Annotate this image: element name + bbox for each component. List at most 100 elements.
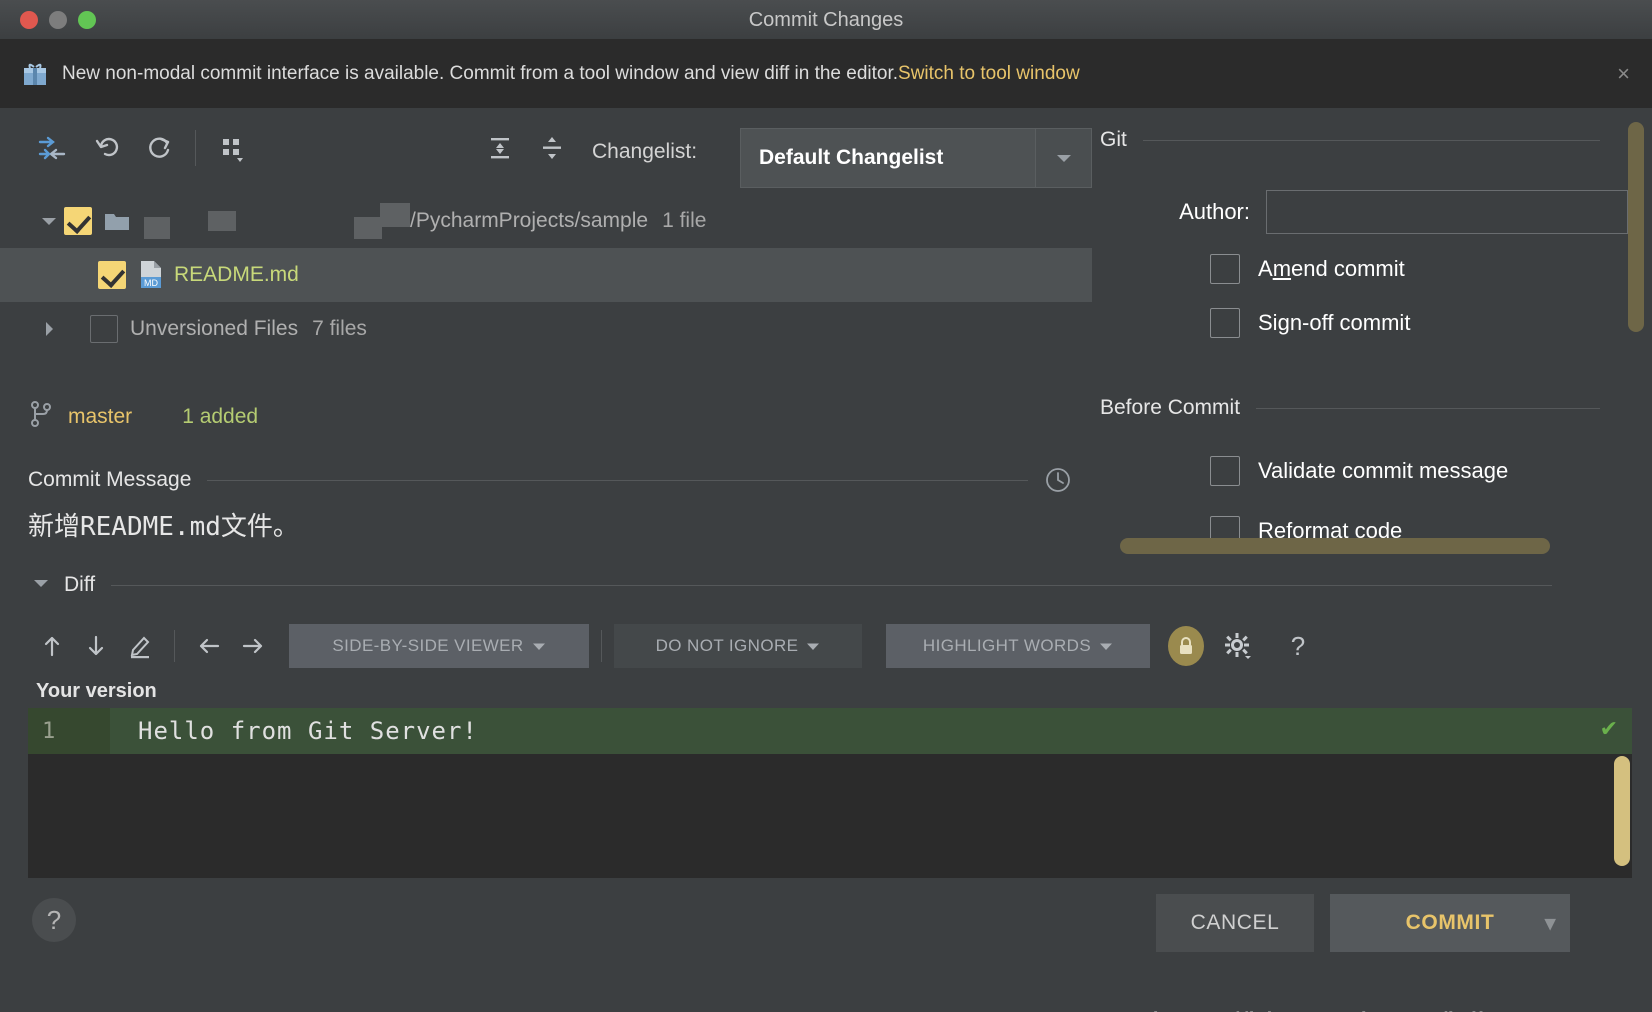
folder-icon — [104, 210, 130, 232]
banner-message: New non-modal commit interface is availa… — [62, 63, 899, 84]
commit-message-header: Commit Message — [28, 466, 1072, 494]
branch-icon — [30, 400, 52, 433]
checkbox-box[interactable] — [1210, 308, 1240, 338]
diff-section-header[interactable]: Diff — [32, 573, 1552, 597]
git-group-header: Git — [1100, 128, 1600, 152]
viewer-mode-label: SIDE-BY-SIDE VIEWER — [332, 636, 524, 655]
show-diff-icon[interactable] — [32, 128, 72, 168]
diff-line-number: 1 — [28, 708, 110, 754]
expand-all-icon[interactable] — [480, 128, 520, 168]
amend-commit-checkbox[interactable]: Amend commit — [1210, 254, 1405, 284]
svg-text:MD: MD — [144, 278, 158, 288]
accept-left-icon[interactable] — [187, 624, 231, 668]
file-checkbox[interactable] — [98, 261, 126, 289]
viewer-mode-select[interactable]: SIDE-BY-SIDE VIEWER — [289, 624, 589, 668]
diff-toolbar: SIDE-BY-SIDE VIEWER DO NOT IGNORE HIGHLI… — [30, 620, 1590, 672]
accept-right-icon[interactable] — [231, 624, 275, 668]
git-panel-horizontal-scrollbar[interactable] — [1120, 538, 1550, 554]
cancel-button[interactable]: CANCEL — [1156, 894, 1314, 952]
dialog-help-button[interactable]: ? — [32, 898, 76, 942]
chevron-down-icon — [806, 636, 820, 656]
switch-to-tool-window-link[interactable]: Switch to tool window — [898, 63, 1080, 85]
ignore-mode-label: DO NOT IGNORE — [655, 636, 799, 655]
group-by-icon[interactable] — [212, 128, 252, 168]
checkbox-box[interactable] — [1210, 456, 1240, 486]
root-checkbox[interactable] — [64, 207, 92, 235]
watermark-primary: https://blog.csdn.net/jclian91 — [1152, 1006, 1556, 1012]
close-icon[interactable]: × — [1617, 63, 1630, 85]
changelist-value: Default Changelist — [759, 146, 944, 169]
branch-name: master — [68, 404, 133, 428]
changelist-select[interactable]: Default Changelist — [740, 128, 1092, 188]
gear-icon[interactable] — [1216, 624, 1260, 668]
clock-icon[interactable] — [1044, 466, 1072, 494]
tree-row[interactable]: Unversioned Files 7 files — [0, 302, 1092, 356]
unversioned-count: 7 files — [312, 317, 367, 340]
sign-off-commit-checkbox[interactable]: Sign-off commit — [1210, 308, 1410, 338]
pencil-icon[interactable] — [118, 624, 162, 668]
divider — [111, 584, 1552, 586]
author-row: Author: — [1100, 190, 1640, 234]
markdown-file-icon: MD — [138, 260, 164, 290]
before-commit-group-header: Before Commit — [1100, 396, 1600, 420]
lock-icon[interactable] — [1168, 626, 1204, 666]
branch-status: master 1 added — [30, 400, 258, 433]
tree-row[interactable]: /PycharmProjects/sample 1 file — [0, 194, 1092, 248]
git-group-title: Git — [1100, 128, 1127, 151]
chevron-down-icon — [1099, 636, 1113, 656]
diff-section-title: Diff — [64, 573, 96, 596]
commit-button[interactable]: COMMIT ▾ — [1330, 894, 1570, 952]
ignore-mode-select[interactable]: DO NOT IGNORE — [614, 624, 862, 668]
highlight-mode-label: HIGHLIGHT WORDS — [922, 636, 1092, 655]
divider — [1142, 139, 1600, 141]
before-commit-title: Before Commit — [1100, 396, 1241, 419]
diff-line-text[interactable]: Hello from Git Server! — [110, 717, 478, 745]
revert-icon[interactable] — [88, 128, 128, 168]
changelist-label: Changelist: — [592, 140, 698, 163]
commit-message-input[interactable]: 新增README.md文件。 — [28, 506, 299, 543]
help-icon[interactable]: ? — [1276, 624, 1320, 668]
unversioned-label: Unversioned Files — [130, 317, 299, 340]
root-path-label: /PycharmProjects/sample — [410, 209, 649, 232]
unversioned-checkbox[interactable] — [90, 315, 118, 343]
chevron-down-icon[interactable]: ▾ — [1545, 911, 1556, 936]
root-file-count: 1 file — [662, 209, 707, 232]
sign-off-commit-label: Sign-off commit — [1258, 310, 1411, 335]
commit-changes-dialog: Commit Changes New non-modal commit inte… — [0, 0, 1652, 1012]
refresh-icon[interactable] — [140, 128, 180, 168]
commit-button-label: COMMIT — [1405, 911, 1495, 934]
changes-toolbar: Changelist: Default Changelist — [0, 108, 1100, 188]
chevron-down-icon[interactable] — [32, 576, 50, 594]
chevron-down-icon — [532, 636, 546, 656]
next-difference-icon[interactable] — [74, 624, 118, 668]
divider — [207, 479, 1028, 481]
changes-tree: /PycharmProjects/sample 1 file MD README… — [0, 194, 1092, 356]
diff-scrollbar[interactable] — [1614, 756, 1630, 866]
git-panel-vertical-scrollbar[interactable] — [1628, 122, 1644, 332]
highlight-mode-select[interactable]: HIGHLIGHT WORDS — [886, 624, 1150, 668]
notification-banner: New non-modal commit interface is availa… — [0, 40, 1652, 108]
file-name-label: README.md — [174, 263, 299, 286]
tree-row[interactable]: MD README.md — [0, 248, 1092, 302]
check-icon: ✔ — [1599, 716, 1618, 741]
chevron-right-icon[interactable] — [34, 320, 64, 338]
collapse-all-icon[interactable] — [532, 128, 572, 168]
gift-icon — [22, 61, 48, 87]
diff-line-row: 1 Hello from Git Server! ✔ — [28, 708, 1632, 754]
previous-difference-icon[interactable] — [30, 624, 74, 668]
git-options-pane: Git Author: Amend commit Sign-off commit… — [1100, 108, 1652, 568]
author-field[interactable] — [1266, 190, 1628, 234]
divider — [1256, 407, 1600, 409]
chevron-down-icon[interactable] — [1035, 129, 1091, 187]
validate-commit-message-checkbox[interactable]: Validate commit message — [1210, 456, 1508, 486]
checkbox-box[interactable] — [1210, 254, 1240, 284]
commit-message-title: Commit Message — [28, 468, 192, 491]
window-titlebar: Commit Changes — [0, 0, 1652, 40]
validate-commit-message-label: Validate commit message — [1258, 458, 1509, 483]
window-title: Commit Changes — [748, 9, 904, 31]
diff-pane-title: Your version — [36, 680, 157, 702]
chevron-down-icon[interactable] — [34, 215, 64, 227]
dialog-body: Changelist: Default Changelist /PycharmP… — [0, 108, 1652, 1012]
branch-change-summary: 1 added — [182, 404, 259, 428]
diff-viewer: 1 Hello from Git Server! ✔ — [28, 708, 1632, 878]
